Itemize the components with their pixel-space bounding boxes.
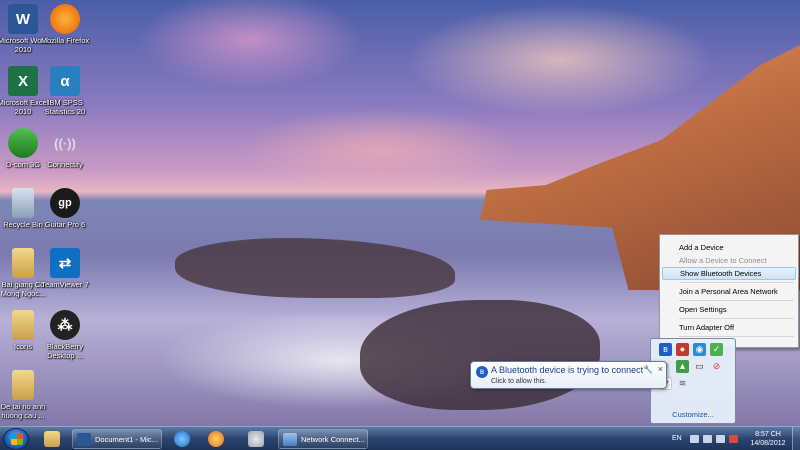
recycle-bin-icon (12, 188, 34, 218)
desktop-icon-spss[interactable]: α IBM SPSS Statistics 20 (38, 66, 92, 116)
desktop-icon-label: BlackBerry Desktop ... (46, 342, 84, 360)
shortcut-folder-icon (12, 370, 34, 400)
menu-item-open-settings[interactable]: Open Settings (662, 303, 796, 316)
customize-link[interactable]: Customize... (651, 410, 735, 419)
menu-separator (679, 336, 794, 337)
overflow-icons: ʙ ● ◉ ✓ ✶ ▲ ▭ ⊘ V ≋ (659, 343, 729, 390)
blocked-icon[interactable]: ⊘ (710, 360, 723, 373)
menu-separator (679, 300, 794, 301)
menu-separator (679, 318, 794, 319)
dcom-icon (8, 128, 38, 158)
firefox-icon (50, 4, 80, 34)
teamviewer-icon: ⇄ (50, 248, 80, 278)
paint-icon (248, 431, 264, 447)
menu-item-show-bluetooth-devices[interactable]: Show Bluetooth Devices (662, 267, 796, 280)
network-tray-icon[interactable] (703, 435, 712, 443)
start-button[interactable] (3, 428, 29, 450)
desktop-icon-label: D-com 3G (5, 160, 41, 169)
wallpaper-rock (175, 238, 455, 298)
shortcut-folder-icon (12, 248, 34, 278)
desktop-icon-teamviewer[interactable]: ⇄ TeamViewer 7 (38, 248, 92, 289)
spss-icon: α (50, 66, 80, 96)
desktop-icon-label: Guitar Pro 6 (44, 220, 86, 229)
bluetooth-icon: ʙ (476, 366, 488, 378)
taskbar-ie[interactable] (166, 429, 198, 449)
clock-time: 8:57 CH (755, 431, 781, 438)
excel-icon: X (8, 66, 38, 96)
clock[interactable]: 8:57 CH 14/08/2012 (748, 430, 788, 448)
desktop-icon-label: TeamViewer 7 (41, 280, 89, 289)
bluetooth-icon[interactable]: ʙ (659, 343, 672, 356)
taskbar-button-word[interactable]: Document1 - Mic... (72, 429, 162, 449)
desktop-icon-connectify[interactable]: ((·)) Connectify (38, 128, 92, 170)
guitar-pro-icon: gp (50, 188, 80, 218)
language-indicator[interactable]: EN (672, 435, 682, 442)
balloon-subtitle: Click to allow this. (491, 378, 547, 385)
desktop-icon-blackberry[interactable]: ⁂ BlackBerry Desktop ... (38, 310, 92, 360)
taskbar-explorer[interactable] (36, 429, 68, 449)
balloon-title: A Bluetooth device is trying to connect (491, 365, 644, 375)
bluetooth-notification-balloon[interactable]: ʙ A Bluetooth device is trying to connec… (470, 361, 667, 389)
network-globe-icon[interactable]: ◉ (693, 343, 706, 356)
volume-icon[interactable] (716, 435, 725, 443)
desktop-icon-folder-de-tai[interactable]: De tai no anh huong cau ... (0, 370, 50, 420)
menu-item-join-pan[interactable]: Join a Personal Area Network (662, 285, 796, 298)
network-icon (283, 433, 297, 446)
taskbar-button-label: Document1 - Mic... (95, 435, 158, 444)
close-icon[interactable]: × (658, 364, 663, 374)
desktop-icon-label: De tai no anh huong cau ... (0, 402, 46, 420)
desktop-icon-guitar-pro[interactable]: gp Guitar Pro 6 (38, 188, 92, 229)
internet-explorer-icon (174, 431, 190, 447)
folder-icon (44, 431, 60, 447)
printer-icon[interactable]: ▭ (693, 360, 706, 373)
menu-item-turn-adapter-off[interactable]: Turn Adapter Off (662, 321, 796, 334)
wallpaper-rock (360, 300, 600, 410)
dcom-tray-icon[interactable]: ▲ (676, 360, 689, 373)
desktop-icon-label: Icons (14, 342, 32, 351)
shortcut-folder-icon (12, 310, 34, 340)
menu-separator (679, 282, 794, 283)
bluetooth-context-menu: Add a Device Allow a Device to Connect S… (659, 234, 799, 350)
wrench-icon[interactable]: 🔧 (643, 365, 653, 374)
flag-icon[interactable] (729, 435, 738, 443)
taskbar-button-label: Network Connect... (301, 435, 365, 444)
windows-logo-icon (11, 433, 23, 445)
word-icon (77, 433, 91, 446)
word-icon: W (8, 4, 38, 34)
desktop-icon-firefox[interactable]: Mozilla Firefox (38, 4, 92, 45)
antivirus-icon[interactable]: ● (676, 343, 689, 356)
taskbar-button-network[interactable]: Network Connect... (278, 429, 368, 449)
show-hidden-icons-arrow-icon[interactable] (690, 435, 699, 443)
desktop-icon-label: IBM SPSS Statistics 20 (44, 98, 86, 116)
clock-date: 14/08/2012 (750, 440, 786, 447)
blackberry-icon: ⁂ (50, 310, 80, 340)
taskbar-media-player[interactable] (200, 429, 232, 449)
menu-item-allow-device[interactable]: Allow a Device to Connect (662, 254, 796, 267)
desktop-icon-label: Connectify (47, 160, 83, 169)
taskbar-paint[interactable] (240, 429, 272, 449)
taskbar: Document1 - Mic... Network Connect... EN… (0, 426, 800, 450)
wifi-icon[interactable]: ≋ (676, 377, 689, 390)
desktop-icon-label: Mozilla Firefox (40, 36, 90, 45)
sync-icon[interactable]: ✓ (710, 343, 723, 356)
media-player-icon (208, 431, 224, 447)
show-desktop-button[interactable] (792, 427, 800, 450)
connectify-icon: ((·)) (54, 135, 76, 151)
desktop-icon-label: Recycle Bin (3, 220, 43, 229)
menu-item-add-device[interactable]: Add a Device (662, 241, 796, 254)
